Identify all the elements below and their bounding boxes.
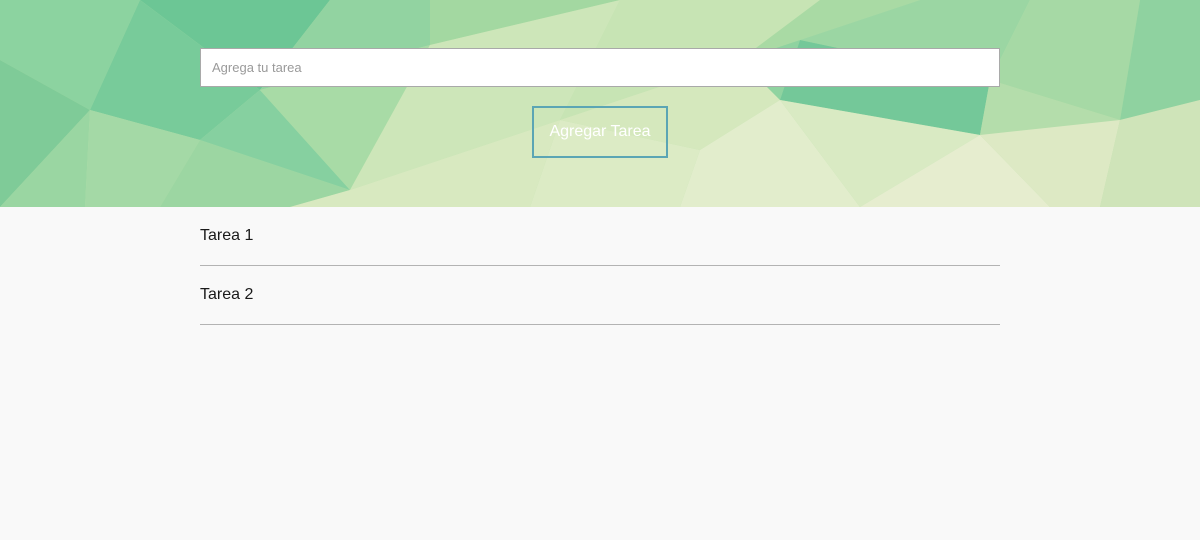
task-label: Tarea 2 — [200, 286, 254, 303]
list-item[interactable]: Tarea 2 — [200, 266, 1000, 325]
low-poly-background — [0, 0, 1200, 207]
list-item[interactable]: Tarea 1 — [200, 207, 1000, 266]
task-label: Tarea 1 — [200, 227, 254, 244]
task-list: Tarea 1 Tarea 2 — [200, 207, 1000, 325]
hero-banner: Agregar Tarea — [0, 0, 1200, 207]
task-input[interactable] — [200, 48, 1000, 87]
add-task-button[interactable]: Agregar Tarea — [532, 106, 668, 158]
